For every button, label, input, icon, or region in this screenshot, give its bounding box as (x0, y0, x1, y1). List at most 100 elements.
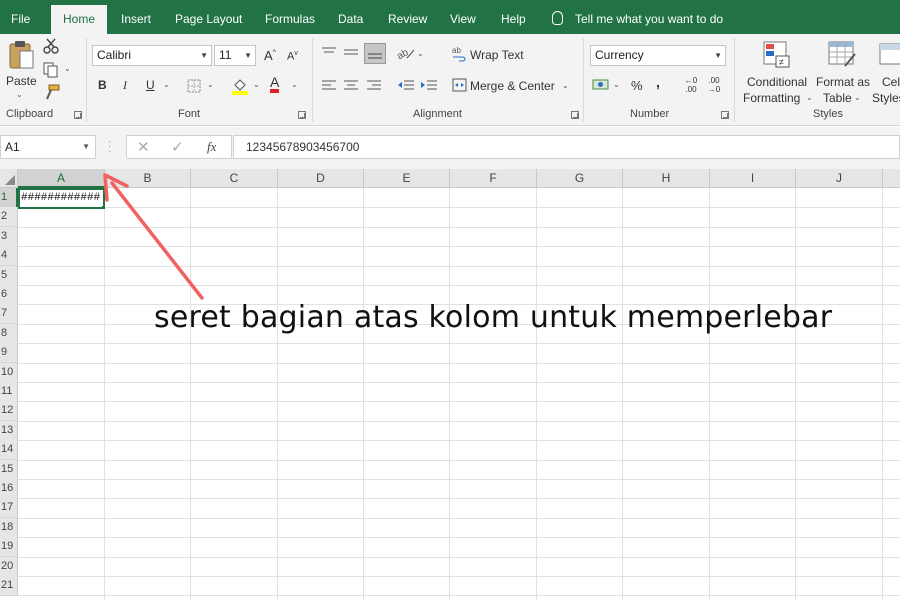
column-header-i[interactable]: I (710, 169, 796, 188)
font-color-button[interactable]: A (270, 75, 280, 93)
row-header-21[interactable]: 21 (0, 576, 18, 596)
column-header-g[interactable]: G (537, 169, 623, 188)
row-header-6[interactable]: 6 (0, 285, 18, 305)
row-header-1[interactable]: 1 (0, 188, 18, 208)
top-align-icon[interactable] (321, 46, 337, 58)
percent-style-button[interactable]: % (631, 78, 643, 93)
cancel-icon[interactable]: ✕ (137, 138, 150, 156)
tab-data[interactable]: Data (338, 0, 363, 34)
font-dialog-launcher-icon[interactable] (298, 111, 306, 119)
format-as-table-button[interactable]: Format as Table ⌄ (814, 38, 872, 106)
row-header-8[interactable]: 8 (0, 324, 18, 344)
clipboard-dialog-launcher-icon[interactable] (74, 111, 82, 119)
fill-color-icon[interactable] (231, 77, 249, 95)
font-size-select[interactable]: 11 ▼ (214, 45, 256, 66)
italic-button[interactable]: I (123, 78, 127, 93)
worksheet-grid[interactable]: ABCDEFGHIJ 1 2 3 4 5 6 7 8 9 10 11 12 13 14 15 16 17 18 19… (0, 169, 900, 600)
comma-style-button[interactable]: , (656, 74, 660, 90)
copy-dropdown-icon[interactable]: ⌄ (64, 64, 71, 73)
row-header-4[interactable]: 4 (0, 246, 18, 266)
bottom-align-button[interactable] (364, 43, 386, 64)
row-header-16[interactable]: 16 (0, 479, 18, 499)
align-right-icon[interactable] (366, 79, 382, 93)
accounting-dropdown-icon[interactable]: ⌄ (613, 80, 620, 89)
row-header-9[interactable]: 9 (0, 343, 18, 363)
tab-home[interactable]: Home (51, 5, 108, 34)
tab-help[interactable]: Help (501, 0, 526, 34)
fill-handle[interactable] (101, 205, 103, 207)
column-header-e[interactable]: E (364, 169, 450, 188)
row-header-10[interactable]: 10 (0, 363, 18, 383)
tab-formulas[interactable]: Formulas (265, 0, 315, 34)
lightbulb-icon (552, 11, 563, 25)
cell-a1[interactable]: ############ (18, 188, 105, 209)
decrease-indent-icon[interactable] (397, 79, 415, 93)
fill-color-dropdown-icon[interactable]: ⌄ (253, 80, 260, 89)
row-header-3[interactable]: 3 (0, 227, 18, 247)
increase-indent-icon[interactable] (420, 79, 438, 93)
format-painter-icon[interactable] (43, 84, 61, 100)
tab-view[interactable]: View (450, 0, 476, 34)
row-header-12[interactable]: 12 (0, 401, 18, 421)
orientation-icon[interactable]: ab (397, 46, 415, 60)
cut-icon[interactable] (43, 38, 59, 54)
column-header-j[interactable]: J (796, 169, 883, 188)
row-header-11[interactable]: 11 (0, 382, 18, 402)
paste-button[interactable]: Paste ⌄ (4, 38, 38, 102)
tab-insert[interactable]: Insert (121, 0, 151, 34)
row-header-7[interactable]: 7 (0, 304, 18, 324)
column-header-d[interactable]: D (278, 169, 364, 188)
underline-button[interactable]: U (146, 78, 155, 92)
borders-icon[interactable] (187, 79, 201, 93)
number-dialog-launcher-icon[interactable] (721, 111, 729, 119)
tab-file[interactable]: File (11, 0, 30, 34)
accounting-format-icon[interactable] (592, 78, 610, 92)
tell-me-box[interactable]: Tell me what you want to do (552, 0, 723, 34)
align-left-icon[interactable] (321, 79, 337, 93)
align-center-icon[interactable] (343, 79, 359, 93)
column-header-partial[interactable] (883, 169, 900, 188)
tab-page-layout[interactable]: Page Layout (175, 0, 242, 34)
font-name-select[interactable]: Calibri ▼ (92, 45, 212, 66)
cell-styles-button[interactable]: Cell Styles (872, 38, 900, 106)
cell-a1-value: ############ (21, 192, 101, 204)
underline-dropdown-icon[interactable]: ⌄ (163, 80, 170, 89)
row-header-13[interactable]: 13 (0, 421, 18, 441)
grow-font-button[interactable]: A^ (264, 48, 276, 63)
row-header-19[interactable]: 19 (0, 537, 18, 557)
insert-function-button[interactable]: fx (207, 139, 216, 155)
wrap-text-label: Wrap Text (470, 48, 524, 62)
row-header-15[interactable]: 15 (0, 460, 18, 480)
borders-dropdown-icon[interactable]: ⌄ (207, 80, 214, 89)
orientation-dropdown-icon[interactable]: ⌄ (417, 49, 424, 58)
row-header-2[interactable]: 2 (0, 207, 18, 227)
middle-align-icon[interactable] (343, 46, 359, 58)
shrink-font-button[interactable]: Av (287, 50, 298, 63)
wrap-text-icon: ab (452, 46, 466, 62)
name-box[interactable]: A1 ▼ (0, 135, 96, 159)
enter-icon[interactable]: ✓ (171, 138, 184, 156)
merge-center-button[interactable]: Merge & Center ⌄ (452, 77, 576, 97)
column-header-c[interactable]: C (191, 169, 278, 188)
decrease-decimal-button[interactable]: .00 →0 (704, 76, 724, 94)
row-header-20[interactable]: 20 (0, 557, 18, 577)
font-color-dropdown-icon[interactable]: ⌄ (291, 80, 298, 89)
alignment-dialog-launcher-icon[interactable] (571, 111, 579, 119)
wrap-text-button[interactable]: ab Wrap Text (452, 45, 542, 65)
row-header-5[interactable]: 5 (0, 266, 18, 286)
increase-decimal-button[interactable]: ←0 .00 (681, 76, 701, 94)
column-header-f[interactable]: F (450, 169, 537, 188)
tab-review[interactable]: Review (388, 0, 427, 34)
row-header-17[interactable]: 17 (0, 498, 18, 518)
number-format-select[interactable]: Currency ▼ (590, 45, 726, 66)
bold-button[interactable]: B (98, 78, 107, 92)
column-header-h[interactable]: H (623, 169, 710, 188)
copy-icon[interactable] (43, 62, 61, 78)
column-header-b[interactable]: B (105, 169, 191, 188)
conditional-formatting-button[interactable]: ≠ Conditional Formatting ⌄ (740, 38, 813, 106)
formula-input[interactable]: 12345678903456700 (233, 135, 900, 159)
select-all-button[interactable] (0, 169, 18, 188)
column-header-a[interactable]: A (18, 169, 105, 188)
row-header-14[interactable]: 14 (0, 440, 18, 460)
row-header-18[interactable]: 18 (0, 518, 18, 538)
